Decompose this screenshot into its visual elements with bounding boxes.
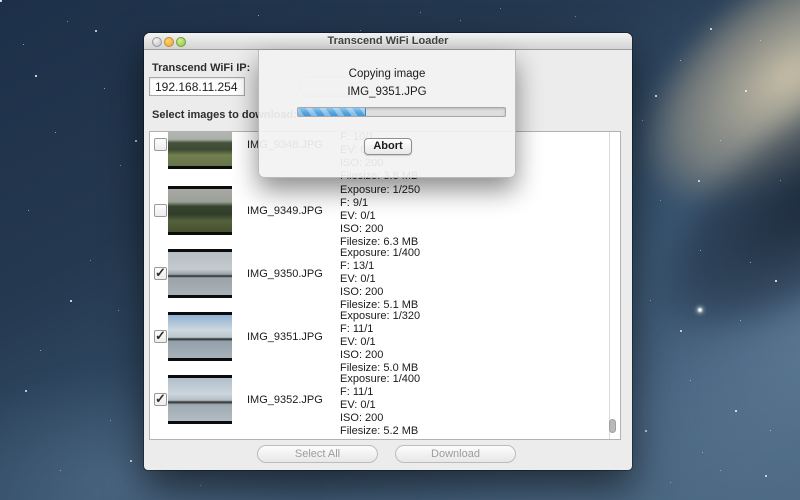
title-bar: Transcend WiFi Loader (144, 33, 632, 50)
image-filename: IMG_9352.JPG (247, 394, 323, 406)
exif-filesize: Filesize: 5.2 MB (340, 425, 420, 438)
list-item[interactable]: IMG_9350.JPG Exposure: 1/400 F: 13/1 EV:… (150, 249, 605, 312)
dialog-title: Copying image (259, 68, 515, 80)
list-item[interactable]: IMG_9352.JPG Exposure: 1/400 F: 11/1 EV:… (150, 375, 605, 438)
exif-f: F: 9/1 (340, 197, 420, 210)
image-filename: IMG_9349.JPG (247, 205, 323, 217)
exif-info: Exposure: 1/400 F: 13/1 EV: 0/1 ISO: 200… (340, 247, 420, 312)
exif-iso: ISO: 200 (340, 223, 420, 236)
wallpaper-star-large (698, 308, 702, 312)
exif-iso: ISO: 200 (340, 412, 420, 425)
exif-ev: EV: 0/1 (340, 273, 420, 286)
exif-f: F: 11/1 (340, 323, 420, 336)
image-thumbnail (168, 249, 232, 298)
progress-bar (297, 107, 506, 117)
image-thumbnail (168, 312, 232, 361)
wifi-ip-input[interactable] (149, 77, 245, 96)
image-thumbnail (168, 375, 232, 424)
image-checkbox[interactable] (154, 330, 167, 343)
exif-exposure: Exposure: 1/400 (340, 247, 420, 260)
exif-ev: EV: 0/1 (340, 210, 420, 223)
scrollbar-thumb[interactable] (609, 419, 616, 433)
progress-bar-fill (298, 108, 366, 116)
exif-f: F: 11/1 (340, 386, 420, 399)
exif-exposure: Exposure: 1/400 (340, 373, 420, 386)
image-filename: IMG_9350.JPG (247, 268, 323, 280)
select-all-button[interactable]: Select All (257, 445, 378, 463)
abort-button[interactable]: Abort (364, 138, 412, 155)
download-button[interactable]: Download (395, 445, 516, 463)
wifi-ip-label: Transcend WiFi IP: (152, 62, 250, 74)
scrollbar-track (609, 132, 610, 439)
exif-exposure: Exposure: 1/250 (340, 184, 420, 197)
image-thumbnail (168, 131, 232, 169)
exif-ev: EV: 0/1 (340, 336, 420, 349)
exif-info: Exposure: 1/250 F: 9/1 EV: 0/1 ISO: 200 … (340, 184, 420, 249)
exif-ev: EV: 0/1 (340, 399, 420, 412)
exif-exposure: Exposure: 1/320 (340, 310, 420, 323)
image-checkbox[interactable] (154, 393, 167, 406)
exif-f: F: 13/1 (340, 260, 420, 273)
image-checkbox[interactable] (154, 138, 167, 151)
image-checkbox[interactable] (154, 267, 167, 280)
exif-iso: ISO: 200 (340, 286, 420, 299)
image-filename: IMG_9351.JPG (247, 331, 323, 343)
list-item[interactable]: IMG_9351.JPG Exposure: 1/320 F: 11/1 EV:… (150, 312, 605, 375)
app-window: Transcend WiFi Loader Transcend WiFi IP:… (144, 33, 632, 470)
image-checkbox[interactable] (154, 204, 167, 217)
list-item[interactable]: IMG_9349.JPG Exposure: 1/250 F: 9/1 EV: … (150, 186, 605, 249)
exif-info: Exposure: 1/400 F: 11/1 EV: 0/1 ISO: 200… (340, 373, 420, 438)
copy-progress-dialog: Copying image IMG_9351.JPG Abort (258, 50, 516, 178)
dialog-filename: IMG_9351.JPG (259, 86, 515, 98)
wallpaper-stars-bright (0, 0, 2, 2)
image-thumbnail (168, 186, 232, 235)
exif-iso: ISO: 200 (340, 349, 420, 362)
exif-info: Exposure: 1/320 F: 11/1 EV: 0/1 ISO: 200… (340, 310, 420, 375)
window-title: Transcend WiFi Loader (144, 35, 632, 47)
